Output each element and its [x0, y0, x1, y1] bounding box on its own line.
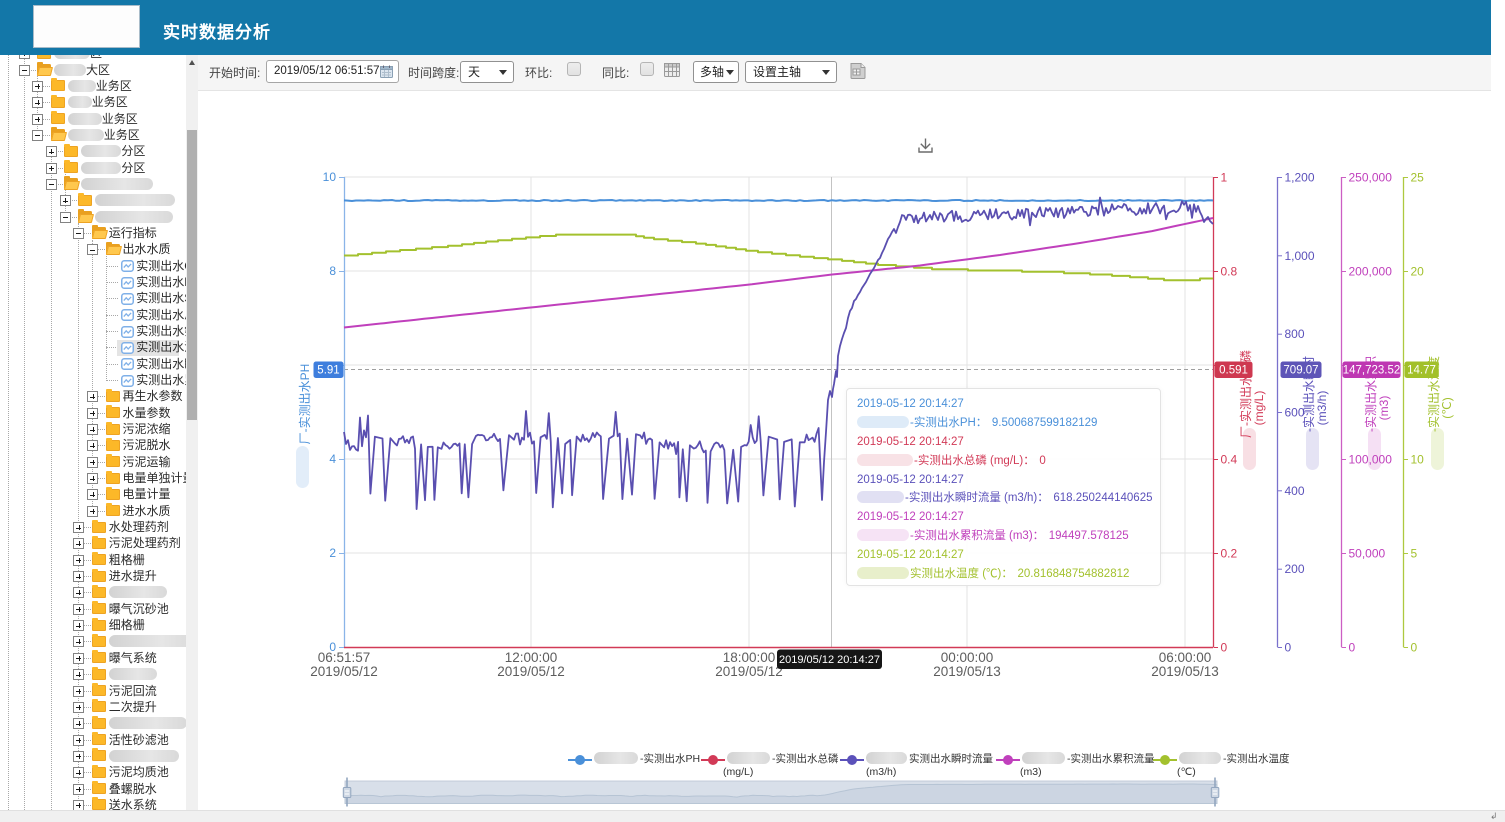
svg-text:(m3): (m3) — [1377, 396, 1391, 421]
svg-text:10: 10 — [1411, 453, 1425, 467]
svg-text:400: 400 — [1285, 484, 1305, 498]
svg-text:1,000: 1,000 — [1285, 249, 1315, 263]
svg-text:2019/05/12: 2019/05/12 — [310, 664, 378, 679]
svg-text:1: 1 — [1221, 171, 1228, 185]
svg-text:10: 10 — [323, 170, 337, 184]
svg-text:25: 25 — [1411, 171, 1425, 185]
svg-text:18:00:00: 18:00:00 — [723, 650, 776, 665]
svg-text:2019/05/12: 2019/05/12 — [715, 664, 783, 679]
svg-text:1,200: 1,200 — [1285, 171, 1315, 185]
svg-text:0.4: 0.4 — [1221, 453, 1238, 467]
svg-text:200: 200 — [1285, 562, 1305, 576]
svg-text:5: 5 — [1411, 547, 1418, 561]
svg-text:709.07: 709.07 — [1283, 365, 1318, 377]
svg-text:0: 0 — [1221, 641, 1228, 655]
svg-text:2019/05/13: 2019/05/13 — [933, 664, 1001, 679]
svg-text:250,000: 250,000 — [1349, 171, 1393, 185]
svg-text:20: 20 — [1411, 265, 1425, 279]
svg-text:0.591: 0.591 — [1219, 365, 1248, 377]
svg-text:0.8: 0.8 — [1221, 265, 1238, 279]
svg-text:(mg/L): (mg/L) — [1252, 391, 1266, 426]
svg-text:0.2: 0.2 — [1221, 547, 1238, 561]
svg-text:06:00:00: 06:00:00 — [1159, 650, 1212, 665]
svg-text:2: 2 — [329, 546, 336, 560]
svg-text:0: 0 — [1285, 641, 1292, 655]
svg-text:5.91: 5.91 — [317, 365, 339, 377]
svg-text:2019/05/12 20:14:27: 2019/05/12 20:14:27 — [779, 654, 880, 666]
svg-text:(m3/h): (m3/h) — [1315, 391, 1329, 426]
svg-text:12:00:00: 12:00:00 — [505, 650, 558, 665]
svg-text:0: 0 — [1349, 641, 1356, 655]
svg-text:0: 0 — [1411, 641, 1418, 655]
svg-text:200,000: 200,000 — [1349, 265, 1393, 279]
svg-text:800: 800 — [1285, 327, 1305, 341]
svg-text:2019/05/13: 2019/05/13 — [1151, 664, 1219, 679]
svg-text:00:00:00: 00:00:00 — [941, 650, 994, 665]
svg-text:(℃): (℃) — [1440, 397, 1454, 418]
svg-text:14.77: 14.77 — [1407, 365, 1436, 377]
svg-text:8: 8 — [329, 264, 336, 278]
svg-text:4: 4 — [329, 452, 336, 466]
svg-text:2019/05/12: 2019/05/12 — [497, 664, 565, 679]
svg-text:厂-实测出水PH: 厂-实测出水PH — [297, 364, 312, 445]
svg-text:06:51:57: 06:51:57 — [318, 650, 371, 665]
svg-text:50,000: 50,000 — [1349, 547, 1386, 561]
svg-text:147,723.52: 147,723.52 — [1343, 365, 1401, 377]
